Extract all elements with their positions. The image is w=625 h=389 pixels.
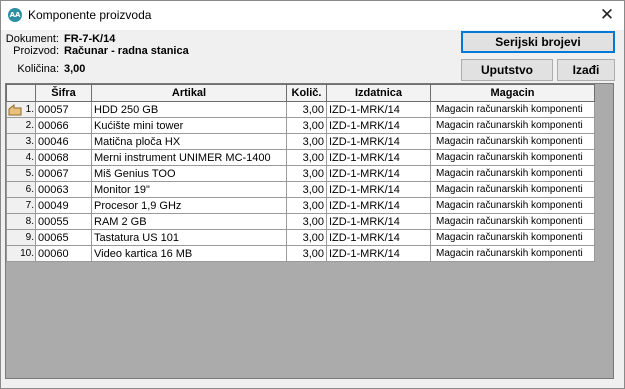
cell-artikal[interactable]: Tastatura US 101 <box>91 229 287 246</box>
row-number: 6. <box>6 181 36 198</box>
row-number: 8. <box>6 213 36 230</box>
table-row[interactable]: 7. 00049 Procesor 1,9 GHz 3,00 IZD-1-MRK… <box>6 197 595 214</box>
cell-izdatnica[interactable]: IZD-1-MRK/14 <box>326 181 431 198</box>
komponente-table: Šifra Artikal Količ. Izdatnica Magacin 1… <box>6 84 595 262</box>
cell-izdatnica[interactable]: IZD-1-MRK/14 <box>326 149 431 166</box>
title-bar: AA Komponente proizvoda ✕ <box>1 1 624 30</box>
cell-artikal[interactable]: Procesor 1,9 GHz <box>91 197 287 214</box>
cell-kolicina[interactable]: 3,00 <box>286 197 327 214</box>
table-row[interactable]: 6. 00063 Monitor 19" 3,00 IZD-1-MRK/14 M… <box>6 181 595 198</box>
row-number: 4. <box>6 149 36 166</box>
kolicina-value: 3,00 <box>64 63 86 75</box>
serijski-brojevi-button[interactable]: Serijski brojevi <box>461 31 615 53</box>
row-number: 10. <box>6 245 36 262</box>
cell-kolicina[interactable]: 3,00 <box>286 245 327 262</box>
table-header: Šifra Artikal Količ. Izdatnica Magacin <box>6 84 595 102</box>
komponente-window: AA Komponente proizvoda ✕ Dokument: FR-7… <box>0 0 625 389</box>
row-pointer-icon <box>8 104 22 116</box>
cell-izdatnica[interactable]: IZD-1-MRK/14 <box>326 245 431 262</box>
cell-artikal[interactable]: Merni instrument UNIMER MC-1400 <box>91 149 287 166</box>
cell-sifra[interactable]: 00057 <box>35 101 92 118</box>
cell-artikal[interactable]: Monitor 19" <box>91 181 287 198</box>
column-header-artikal[interactable]: Artikal <box>91 84 287 102</box>
header-corner <box>6 84 36 102</box>
kolicina-label: Količina: <box>17 63 59 75</box>
row-number: 3. <box>6 133 36 150</box>
cell-magacin[interactable]: Magacin računarskih komponenti <box>430 181 595 198</box>
table-row[interactable]: 9. 00065 Tastatura US 101 3,00 IZD-1-MRK… <box>6 229 595 246</box>
cell-kolicina[interactable]: 3,00 <box>286 165 327 182</box>
cell-sifra[interactable]: 00063 <box>35 181 92 198</box>
close-button[interactable]: ✕ <box>590 1 624 30</box>
app-logo-icon: AA <box>8 8 22 22</box>
table-row[interactable]: 10. 00060 Video kartica 16 MB 3,00 IZD-1… <box>6 245 595 262</box>
cell-magacin[interactable]: Magacin računarskih komponenti <box>430 213 595 230</box>
izadji-button[interactable]: Izađi <box>557 59 615 81</box>
cell-artikal[interactable]: Kućište mini tower <box>91 117 287 134</box>
column-header-izdatnica[interactable]: Izdatnica <box>326 84 431 102</box>
row-number: 9. <box>6 229 36 246</box>
row-number: 1. <box>6 101 36 118</box>
cell-kolicina[interactable]: 3,00 <box>286 101 327 118</box>
cell-artikal[interactable]: Miš Genius TOO <box>91 165 287 182</box>
cell-magacin[interactable]: Magacin računarskih komponenti <box>430 117 595 134</box>
cell-izdatnica[interactable]: IZD-1-MRK/14 <box>326 229 431 246</box>
cell-magacin[interactable]: Magacin računarskih komponenti <box>430 165 595 182</box>
cell-magacin[interactable]: Magacin računarskih komponenti <box>430 133 595 150</box>
row-number: 7. <box>6 197 36 214</box>
cell-sifra[interactable]: 00067 <box>35 165 92 182</box>
cell-kolicina[interactable]: 3,00 <box>286 149 327 166</box>
cell-sifra[interactable]: 00060 <box>35 245 92 262</box>
cell-kolicina[interactable]: 3,00 <box>286 133 327 150</box>
table-row[interactable]: 3. 00046 Matična ploča HX 3,00 IZD-1-MRK… <box>6 133 595 150</box>
proizvod-value: Računar - radna stanica <box>64 45 189 57</box>
cell-artikal[interactable]: Matična ploča HX <box>91 133 287 150</box>
cell-artikal[interactable]: HDD 250 GB <box>91 101 287 118</box>
cell-artikal[interactable]: Video kartica 16 MB <box>91 245 287 262</box>
cell-kolicina[interactable]: 3,00 <box>286 213 327 230</box>
column-header-sifra[interactable]: Šifra <box>35 84 92 102</box>
proizvod-label: Proizvod: <box>13 45 59 57</box>
table-row[interactable]: 2. 00066 Kućište mini tower 3,00 IZD-1-M… <box>6 117 595 134</box>
cell-magacin[interactable]: Magacin računarskih komponenti <box>430 245 595 262</box>
window-title: Komponente proizvoda <box>28 8 152 22</box>
cell-artikal[interactable]: RAM 2 GB <box>91 213 287 230</box>
cell-magacin[interactable]: Magacin računarskih komponenti <box>430 101 595 118</box>
table-row[interactable]: 1. 00057 HDD 250 GB 3,00 IZD-1-MRK/14 Ma… <box>6 101 595 118</box>
cell-sifra[interactable]: 00065 <box>35 229 92 246</box>
table-row[interactable]: 4. 00068 Merni instrument UNIMER MC-1400… <box>6 149 595 166</box>
cell-izdatnica[interactable]: IZD-1-MRK/14 <box>326 213 431 230</box>
cell-magacin[interactable]: Magacin računarskih komponenti <box>430 229 595 246</box>
column-header-kolicina[interactable]: Količ. <box>286 84 327 102</box>
cell-sifra[interactable]: 00046 <box>35 133 92 150</box>
cell-sifra[interactable]: 00066 <box>35 117 92 134</box>
cell-sifra[interactable]: 00068 <box>35 149 92 166</box>
row-number: 5. <box>6 165 36 182</box>
cell-izdatnica[interactable]: IZD-1-MRK/14 <box>326 197 431 214</box>
uputstvo-button[interactable]: Uputstvo <box>461 59 553 81</box>
column-header-magacin[interactable]: Magacin <box>430 84 595 102</box>
cell-sifra[interactable]: 00055 <box>35 213 92 230</box>
cell-izdatnica[interactable]: IZD-1-MRK/14 <box>326 133 431 150</box>
cell-izdatnica[interactable]: IZD-1-MRK/14 <box>326 165 431 182</box>
cell-sifra[interactable]: 00049 <box>35 197 92 214</box>
cell-kolicina[interactable]: 3,00 <box>286 117 327 134</box>
cell-izdatnica[interactable]: IZD-1-MRK/14 <box>326 101 431 118</box>
cell-magacin[interactable]: Magacin računarskih komponenti <box>430 197 595 214</box>
cell-izdatnica[interactable]: IZD-1-MRK/14 <box>326 117 431 134</box>
table-row[interactable]: 8. 00055 RAM 2 GB 3,00 IZD-1-MRK/14 Maga… <box>6 213 595 230</box>
cell-kolicina[interactable]: 3,00 <box>286 229 327 246</box>
row-number-label: 1. <box>25 104 34 115</box>
komponente-grid[interactable]: Šifra Artikal Količ. Izdatnica Magacin 1… <box>5 83 614 379</box>
table-row[interactable]: 5. 00067 Miš Genius TOO 3,00 IZD-1-MRK/1… <box>6 165 595 182</box>
row-number: 2. <box>6 117 36 134</box>
cell-kolicina[interactable]: 3,00 <box>286 181 327 198</box>
cell-magacin[interactable]: Magacin računarskih komponenti <box>430 149 595 166</box>
